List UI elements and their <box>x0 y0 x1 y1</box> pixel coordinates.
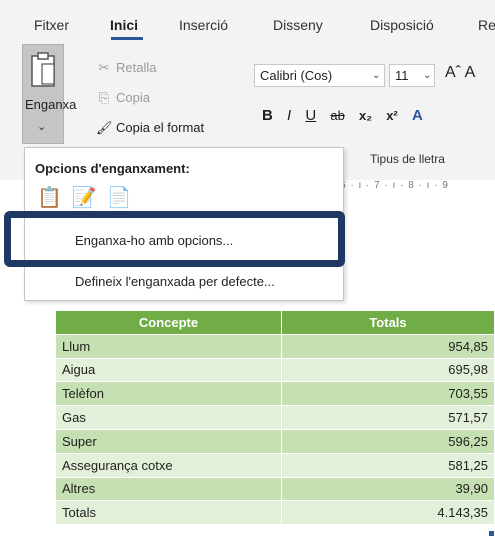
bold-button[interactable]: B <box>262 107 273 124</box>
expenses-table: Concepte Totals Llum 954,85 Aigua 695,98… <box>55 310 495 526</box>
paintbrush-icon: 🖌 <box>96 120 113 135</box>
subscript-button[interactable]: x₂ <box>359 108 372 123</box>
table-row: Telèfon 703,55 <box>55 381 495 407</box>
cell-total[interactable]: 954,85 <box>281 333 495 359</box>
cell-concept[interactable]: Telèfon <box>55 381 282 407</box>
cell-total[interactable]: 4.143,35 <box>281 500 495 526</box>
format-painter-button[interactable]: 🖌 Copia el format <box>96 120 204 136</box>
italic-button[interactable]: I <box>287 107 291 124</box>
strikethrough-button[interactable]: ab <box>330 108 344 123</box>
text-effects-button[interactable]: A <box>412 107 423 124</box>
header-concept: Concepte <box>55 310 282 335</box>
tab-insert[interactable]: Inserció <box>179 17 228 33</box>
cell-concept[interactable]: Aigua <box>55 357 282 383</box>
table-row: Gas 571,57 <box>55 405 495 430</box>
cell-concept[interactable]: Gas <box>55 405 282 430</box>
table-row: Assegurança cotxe 581,25 <box>55 452 495 478</box>
tab-home[interactable]: Inici <box>110 17 138 33</box>
cut-button[interactable]: ✂ Retalla <box>96 60 157 76</box>
cell-total[interactable]: 695,98 <box>281 357 495 383</box>
size-dropdown-arrow-icon[interactable]: ⌄ <box>423 70 431 81</box>
header-totals: Totals <box>281 310 495 335</box>
grow-font-icon[interactable]: Aˆ A <box>445 64 475 82</box>
copy-button[interactable]: ⎘ Copia <box>96 90 150 106</box>
font-dropdown-arrow-icon[interactable]: ⌄ <box>372 70 380 81</box>
table-row: Super 596,25 <box>55 428 495 454</box>
tab-design[interactable]: Disseny <box>273 17 323 33</box>
paste-label: Enganxa <box>25 97 77 112</box>
table-row: Altres 39,90 <box>55 476 495 502</box>
cell-total[interactable]: 571,57 <box>281 405 495 430</box>
keep-source-format-icon[interactable]: 📋 <box>37 187 72 209</box>
table-row: Llum 954,85 <box>55 333 495 359</box>
underline-button[interactable]: U <box>305 107 316 124</box>
chevron-down-icon[interactable]: ⌄ <box>37 120 46 133</box>
cell-concept[interactable]: Altres <box>55 476 282 502</box>
superscript-button[interactable]: x² <box>386 108 398 123</box>
cell-concept[interactable]: Llum <box>55 333 282 359</box>
format-buttons: B I U ab x₂ x² A <box>262 107 433 124</box>
set-default-paste-item[interactable]: Defineix l'enganxada per defecte... <box>75 274 275 289</box>
copy-label: Copia <box>116 90 150 105</box>
scissors-icon: ✂ <box>98 60 110 75</box>
format-painter-label: Copia el format <box>116 120 205 135</box>
cell-total[interactable]: 596,25 <box>281 428 495 454</box>
cell-concept[interactable]: Assegurança cotxe <box>55 452 282 478</box>
paste-option-icons: 📋📝📄 <box>37 185 142 210</box>
keep-text-only-icon[interactable]: 📄 <box>107 187 142 209</box>
highlight-frame <box>4 211 345 267</box>
table-row: Aigua 695,98 <box>55 357 495 383</box>
cut-label: Retalla <box>116 60 157 75</box>
cell-concept[interactable]: Totals <box>55 500 282 526</box>
tab-layout[interactable]: Disposició <box>370 17 434 33</box>
font-name-field[interactable]: Calibri (Cos) <box>254 64 385 87</box>
cell-total[interactable]: 581,25 <box>281 452 495 478</box>
cell-concept[interactable]: Super <box>55 428 282 454</box>
ruler: 6 · ı · 7 · ı · 8 · ı · 9 <box>340 180 449 191</box>
tab-file[interactable]: Fitxer <box>34 17 69 33</box>
tab-references[interactable]: Re <box>478 17 495 33</box>
table-row: Totals 4.143,35 <box>55 500 495 526</box>
cell-end-marker <box>489 531 494 536</box>
table-header-row: Concepte Totals <box>55 310 495 335</box>
copy-icon: ⎘ <box>98 90 110 105</box>
paste-options-heading: Opcions d'enganxament: <box>35 161 190 176</box>
cell-total[interactable]: 703,55 <box>281 381 495 407</box>
clipboard-icon <box>31 52 55 87</box>
font-group-label: Tipus de lletra <box>370 152 445 166</box>
cell-total[interactable]: 39,90 <box>281 476 495 502</box>
ribbon-tab-bar: Fitxer Inici Inserció Disseny Disposició… <box>0 0 495 40</box>
merge-format-icon[interactable]: 📝 <box>72 187 107 209</box>
